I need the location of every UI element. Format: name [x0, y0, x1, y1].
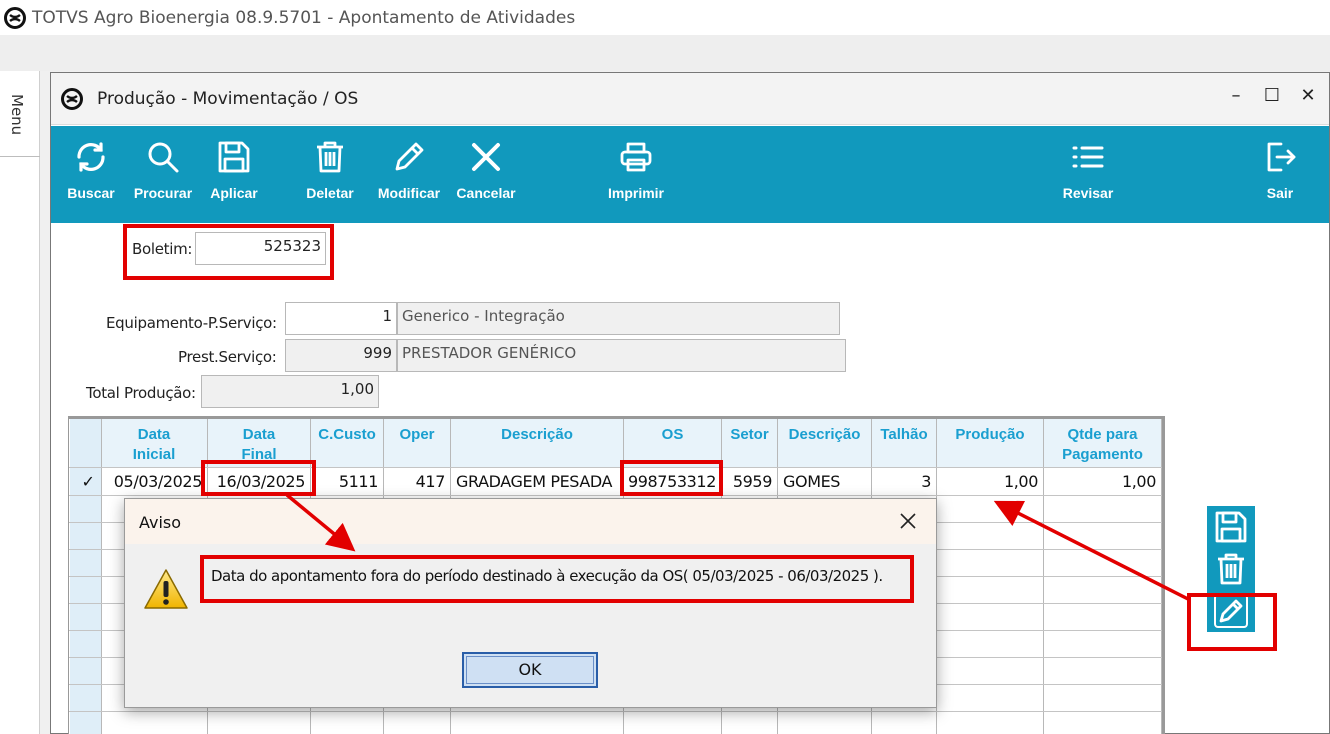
row-selected-check-icon: ✓ [81, 472, 95, 491]
procurar-button[interactable]: Procurar [129, 126, 197, 223]
buscar-label: Buscar [67, 185, 115, 201]
imprimir-label: Imprimir [607, 185, 664, 201]
col-header-producao[interactable]: Produção [937, 419, 1043, 467]
app-window: TOTVS Agro Bioenergia 08.9.5701 - Aponta… [0, 0, 1330, 734]
cell-descricao[interactable]: GRADAGEM PESADA [451, 468, 623, 495]
refresh-icon [77, 142, 105, 172]
prestador-label: Prest.Serviço: [178, 348, 277, 366]
cell-qtde-pagamento[interactable]: 1,00 [1044, 468, 1161, 495]
col-header-descricao[interactable]: Descrição [451, 419, 623, 467]
warning-icon [144, 569, 188, 609]
close-icon [472, 143, 500, 171]
grid-line [69, 495, 1162, 496]
pencil-icon [395, 142, 424, 171]
cell-producao[interactable]: 1,00 [937, 468, 1043, 495]
cancelar-label: Cancelar [456, 185, 516, 201]
list-icon [1072, 146, 1104, 168]
window-title: Produção - Movimentação / OS [97, 88, 359, 109]
boletim-input[interactable]: 525323 [195, 232, 326, 265]
equipamento-label: Equipamento-P.Serviço: [106, 314, 277, 332]
col-header-qtde-pagamento[interactable]: Qtde para Pagamento [1044, 419, 1161, 467]
close-window-button[interactable]: ✕ [1299, 85, 1317, 107]
prestador-description: PRESTADOR GENÉRICO [397, 339, 846, 372]
trash-icon[interactable] [1214, 552, 1248, 586]
cell-oper[interactable]: 417 [384, 468, 450, 495]
row-action-toolbar [1207, 506, 1255, 632]
cell-descricao-setor[interactable]: GOMES [778, 468, 871, 495]
prestador-code-input[interactable]: 999 [285, 339, 397, 372]
equipamento-description: Generico - Integração [397, 302, 840, 335]
col-header-oper[interactable]: Oper [384, 419, 450, 467]
col-header-data-final[interactable]: Data Final [208, 419, 310, 467]
cell-os[interactable]: 998753312 [624, 468, 721, 495]
deletar-button[interactable]: Deletar [299, 126, 361, 223]
sair-button[interactable]: Sair [1247, 126, 1313, 223]
save-icon[interactable] [1214, 510, 1248, 544]
app-title: TOTVS Agro Bioenergia 08.9.5701 - Aponta… [32, 7, 576, 28]
background-window-strip [0, 35, 1330, 71]
aplicar-label: Aplicar [210, 185, 258, 201]
pencil-icon[interactable] [1214, 594, 1248, 628]
col-header-os[interactable]: OS [624, 419, 721, 467]
dialog-message: Data do apontamento fora do período dest… [211, 567, 883, 585]
exit-icon [1267, 142, 1296, 172]
col-header-c-custo[interactable]: C.Custo [311, 419, 383, 467]
main-toolbar: Buscar Procurar Aplicar Deletar Modifica… [51, 126, 1329, 223]
buscar-button[interactable]: Buscar [61, 126, 121, 223]
boletim-label: Boletim: [132, 240, 193, 258]
totvs-logo-icon [4, 6, 26, 29]
window-title-bar: Produção - Movimentação / OS – ☐ ✕ [51, 73, 1329, 125]
grid-line [69, 711, 1162, 712]
modificar-button[interactable]: Modificar [373, 126, 445, 223]
printer-icon [620, 142, 652, 172]
dialog-title: Aviso [139, 513, 182, 532]
col-header-talhao[interactable]: Talhão [872, 419, 936, 467]
total-producao-label: Total Produção: [86, 384, 196, 402]
close-icon[interactable] [896, 509, 920, 533]
menu-label[interactable]: Menu [8, 94, 26, 135]
cell-setor[interactable]: 5959 [722, 468, 777, 495]
minimize-button[interactable]: – [1227, 85, 1245, 107]
revisar-label: Revisar [1062, 185, 1114, 201]
search-icon [148, 142, 179, 173]
maximize-button[interactable]: ☐ [1263, 85, 1281, 107]
cancelar-button[interactable]: Cancelar [453, 126, 519, 223]
save-icon [218, 141, 250, 173]
cell-talhao[interactable]: 3 [872, 468, 936, 495]
dialog-title-bar: Aviso [125, 499, 936, 544]
equipamento-code-input[interactable]: 1 [285, 302, 397, 335]
aviso-dialog: Aviso Data do apontamento fora do períod… [124, 498, 937, 708]
app-title-bar: TOTVS Agro Bioenergia 08.9.5701 - Aponta… [0, 0, 1330, 35]
deletar-label: Deletar [306, 185, 354, 201]
revisar-button[interactable]: Revisar [1055, 126, 1121, 223]
procurar-label: Procurar [133, 185, 193, 201]
totvs-logo-icon [61, 87, 83, 110]
aplicar-button[interactable]: Aplicar [203, 126, 265, 223]
modificar-label: Modificar [377, 185, 441, 201]
col-header-setor[interactable]: Setor [722, 419, 777, 467]
cell-data-final[interactable]: 16/03/2025 [208, 468, 310, 495]
sair-label: Sair [1266, 185, 1294, 201]
side-menu-panel [0, 71, 40, 734]
cell-data-inicial[interactable]: 05/03/2025 [102, 468, 207, 495]
total-producao-value: 1,00 [201, 375, 379, 408]
col-header-descricao-setor[interactable]: Descrição [778, 419, 871, 467]
cell-c-custo[interactable]: 5111 [311, 468, 383, 495]
imprimir-button[interactable]: Imprimir [601, 126, 671, 223]
ok-button[interactable]: OK [462, 652, 598, 688]
col-header-data-inicial[interactable]: Data Inicial [101, 419, 207, 467]
trash-icon [317, 141, 343, 173]
